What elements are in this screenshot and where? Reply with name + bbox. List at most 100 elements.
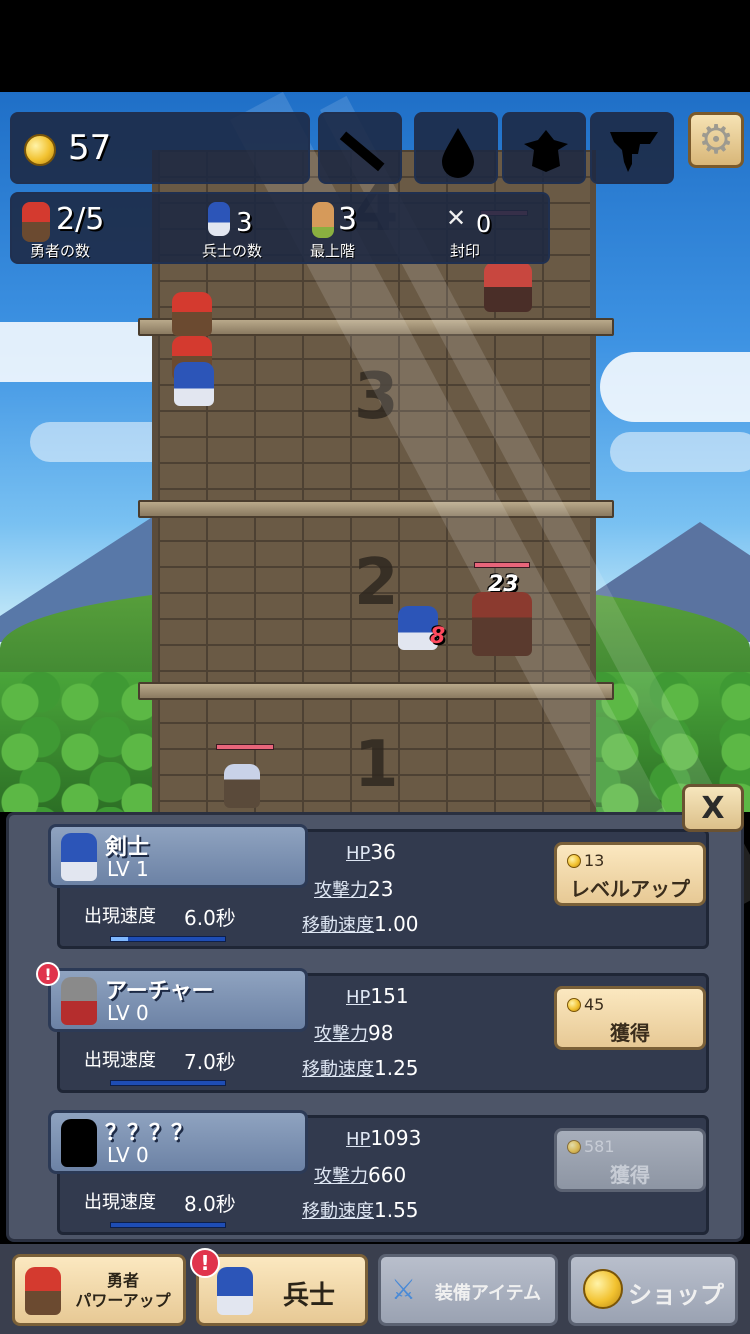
unit-card-locked: ？？？？ LV 0 HP1093 攻撃力660 移動速度1.55 出現速度 8.… [48,1110,709,1235]
stats-bar: 2/5 勇者の数 3 兵士の数 3 最上階 ✕ 0 封印 [10,192,550,264]
unit-level: LV 0 [107,1001,149,1025]
level-up-label: レベルアップ [570,877,690,901]
spawn-speed-value: 7.0秒 [184,1050,236,1074]
spawn-progress-bar [110,1080,226,1086]
coin-icon [567,854,581,868]
close-panel-button[interactable]: X [682,784,744,832]
new-alert-badge: ! [36,962,60,986]
top-floor-label: 最上階 [310,242,356,260]
acquire-label: 獲得 [610,1163,650,1187]
hp-row: HP36 [346,840,396,864]
settings-button[interactable]: ⚙ [688,112,744,168]
unit-header: ？？？？ LV 0 [48,1110,308,1174]
attack-value: 660 [368,1163,407,1187]
nav-shop[interactable]: ショップ [568,1254,738,1326]
attack-row: 攻撃力660 [314,1162,406,1188]
coin-icon [24,134,56,166]
goblin-enemy-sprite[interactable] [484,262,532,312]
speed-row: 移動速度1.55 [302,1197,419,1223]
silhouette-portrait [61,1119,97,1167]
unit-level: LV 1 [107,857,149,881]
speed-label: 移動速度 [302,1201,374,1222]
nav-hero-powerup[interactable]: 勇者 パワーアップ [12,1254,186,1326]
acquire-button[interactable]: 45 獲得 [554,986,706,1050]
speed-value: 1.55 [374,1198,419,1222]
speed-label: 移動速度 [302,1059,374,1080]
sword-skill-button[interactable] [318,112,402,184]
soldier-icon [208,202,230,236]
cost-value: 581 [584,1137,615,1156]
nav-soldier-alert-badge: ! [190,1248,220,1278]
soldier-count: 3 兵士の数 [202,194,302,264]
unit-header: アーチャー LV 0 [48,968,308,1032]
unit-card-archer: アーチャー LV 0 ! HP151 攻撃力98 移動速度1.25 出現速度 7… [36,962,709,1093]
coin-counter: 57 [10,112,310,184]
spawn-progress-fill [111,937,129,941]
cloud [600,352,750,422]
cost: 581 [567,1137,615,1156]
soldier-count-label: 兵士の数 [202,242,263,260]
cost-value: 13 [584,851,605,870]
soldier-count-value: 3 [236,208,253,238]
seal-count: ✕ 0 封印 [442,194,542,264]
speed-row: 移動速度1.25 [302,1055,419,1081]
speed-value: 1.00 [374,912,419,936]
attack-value: 98 [368,1021,394,1045]
unit-level: LV 0 [107,1143,149,1167]
attack-row: 攻撃力98 [314,1020,393,1046]
spawn-speed-value: 6.0秒 [184,906,236,930]
drop-icon [442,128,474,178]
sword-icon: ⚔ [391,1273,417,1306]
enemy-hp-bar [216,744,274,750]
speed-value: 1.25 [374,1056,419,1080]
cost: 13 [567,851,604,870]
nav-soldier[interactable]: 兵士 [196,1254,368,1326]
coin-value: 57 [68,128,112,168]
tornado-skill-button[interactable] [590,112,674,184]
unit-card-swordsman: 剣士 LV 1 HP36 攻撃力23 移動速度1.00 出現速度 6.0秒 13… [48,824,709,949]
hp-row: HP151 [346,984,409,1008]
hero-icon [22,202,50,242]
gear-icon: ⚙ [698,117,734,163]
hp-value: 36 [370,840,396,864]
top-letterbox [0,0,750,92]
bottom-nav: 勇者 パワーアップ 兵士 ! ⚔ 装備アイテム ショップ [0,1244,750,1334]
nav-shop-label: ショップ [628,1281,724,1309]
mage-enemy-sprite[interactable] [224,764,260,808]
spawn-speed-label: 出現速度 [84,1192,156,1213]
hero-count-value: 2/5 [56,202,105,237]
reaper-enemy-sprite[interactable] [472,592,532,656]
speed-label: 移動速度 [302,915,374,936]
soldier-sprite[interactable] [174,362,214,406]
unit-header: 剣士 LV 1 [48,824,308,888]
swordsman-portrait [61,833,97,881]
hero-sprite[interactable] [172,292,212,336]
soldier-panel: 剣士 LV 1 HP36 攻撃力23 移動速度1.00 出現速度 6.0秒 13… [6,812,744,1242]
tornado-icon [610,132,658,172]
goblin-skill-button[interactable] [502,112,586,184]
hp-row: HP1093 [346,1126,421,1150]
floor-number-2: 2 [354,546,399,620]
nav-equipment[interactable]: ⚔ 装備アイテム [378,1254,558,1326]
coin-icon [567,1140,581,1154]
top-floor-icon [312,202,334,238]
attack-value: 23 [368,877,394,901]
cloud [610,432,750,472]
spawn-progress-bar [110,1222,226,1228]
attack-row: 攻撃力23 [314,876,393,902]
cost: 45 [567,995,604,1014]
hero-icon [25,1267,61,1315]
cost-value: 45 [584,995,605,1014]
coin-icon [567,998,581,1012]
floor-number-1: 1 [354,728,399,802]
level-up-button[interactable]: 13 レベルアップ [554,842,706,906]
acquire-label: 獲得 [610,1021,650,1045]
drop-skill-button[interactable] [414,112,498,184]
spawn-progress-bar [110,936,226,942]
attack-label: 攻撃力 [314,1024,368,1045]
acquire-button-disabled[interactable]: 581 獲得 [554,1128,706,1192]
soldier-icon [217,1267,253,1315]
hp-label: HP [346,843,371,864]
nav-soldier-label: 兵士 [282,1281,335,1311]
coin-icon [583,1269,623,1309]
